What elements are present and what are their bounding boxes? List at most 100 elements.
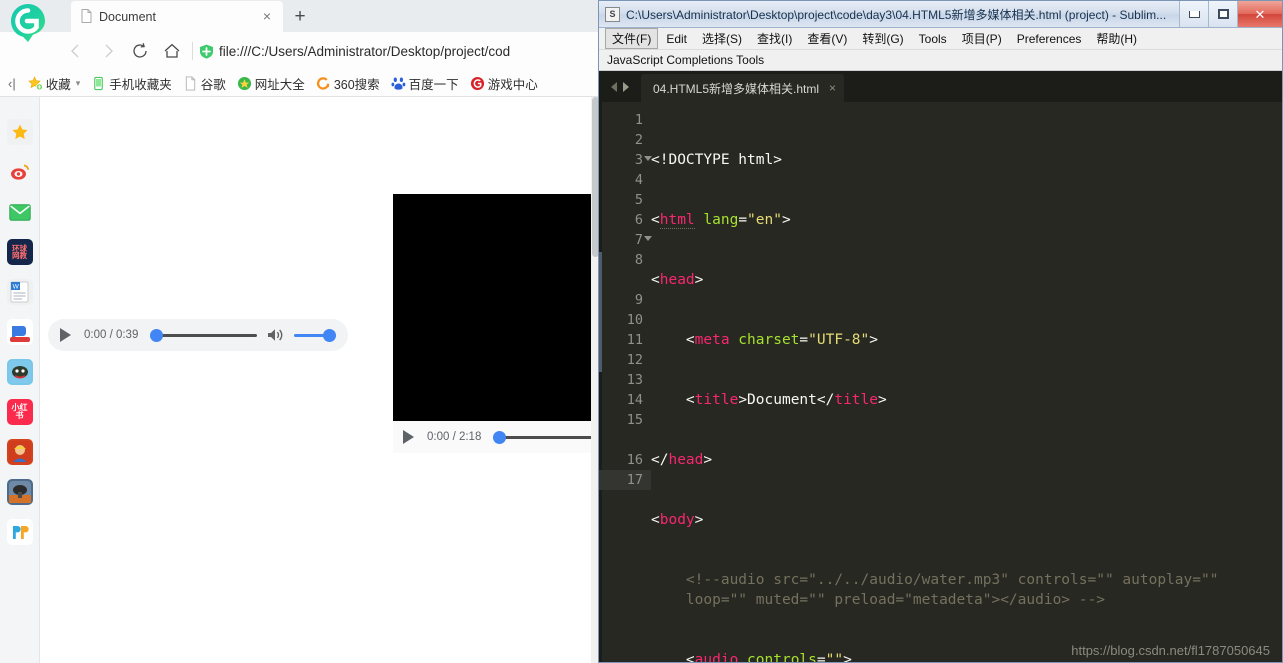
url-text: file:///C:/Users/Administrator/Desktop/p… [219, 43, 511, 59]
audio-seek-slider[interactable] [150, 328, 257, 342]
sublime-tabbar: 04.HTML5新增多媒体相关.html × [599, 71, 1282, 102]
sublime-editor[interactable]: 1 2 3 4 5 6 7 8 9 10 11 12 13 14 15 16 1… [599, 102, 1282, 662]
code-line: <head> [651, 272, 704, 288]
chevron-down-icon[interactable]: ▾ [76, 78, 81, 89]
sidebar-icon-xiaohongshu[interactable]: 小红书 [6, 399, 33, 425]
sublime-icon: S [605, 6, 620, 22]
editor-gutter: 1 2 3 4 5 6 7 8 9 10 11 12 13 14 15 16 1… [599, 102, 652, 662]
new-tab-button[interactable]: + [283, 2, 317, 32]
bookmarks-collapse-button[interactable]: ‹| [8, 76, 16, 91]
sidebar-icon-huanqiu[interactable]: 环球 网教 [6, 239, 33, 265]
browser-logo-icon [11, 4, 45, 42]
sidebar-icon-blue-whale[interactable] [6, 319, 33, 345]
close-button[interactable]: ✕ [1237, 1, 1282, 27]
sidebar-icon-word-doc[interactable]: W [6, 279, 33, 305]
bookmark-item-favorites[interactable]: 收藏 ▾ [27, 74, 81, 93]
volume-slider[interactable] [294, 328, 336, 342]
pp-video-icon [8, 521, 31, 543]
sublime-file-tab[interactable]: 04.HTML5新增多媒体相关.html × [641, 74, 845, 102]
watermark-text: https://blog.csdn.net/fl1787050645 [1071, 643, 1270, 658]
nav-forward-icon[interactable] [623, 81, 629, 92]
bookmark-label: 网址大全 [254, 77, 305, 92]
browser-tab[interactable]: Document × [71, 1, 283, 32]
line-number: 11 [626, 332, 643, 348]
browser-toolbar: file:///C:/Users/Administrator/Desktop/p… [0, 32, 600, 70]
line-number: 3 [599, 150, 652, 170]
word-doc-icon: W [10, 281, 29, 303]
sidebar-icon-mail[interactable] [6, 199, 33, 225]
sublime-submenu-bar[interactable]: JavaScript Completions Tools [599, 50, 1282, 71]
volume-knob[interactable] [323, 328, 336, 342]
sublime-titlebar: S C:\Users\Administrator\Desktop\project… [599, 1, 1282, 28]
code-line: <!DOCTYPE html> [651, 152, 782, 168]
close-icon[interactable]: × [259, 8, 275, 25]
video-controls[interactable]: 0:00 / 2:18 [393, 421, 600, 453]
game-boss-icon [8, 441, 31, 463]
close-icon[interactable]: × [829, 81, 836, 95]
video-player[interactable]: 0:00 / 2:18 [393, 194, 600, 453]
line-number: 9 [634, 292, 643, 308]
bookmark-item-google[interactable]: 谷歌 [183, 74, 226, 93]
menu-item-edit[interactable]: Edit [659, 30, 694, 48]
menu-item-file[interactable]: 文件(F) [605, 28, 659, 49]
menu-item-tools[interactable]: Tools [912, 30, 954, 48]
code-line: <title>Document</title> [651, 392, 887, 408]
sidebar-icon-label: 小红书 [11, 402, 28, 420]
shield-icon [200, 44, 213, 59]
sidebar-icon-game-app[interactable] [6, 359, 33, 385]
menu-item-project[interactable]: 项目(P) [955, 28, 1009, 49]
bookmark-label: 手机收藏夹 [109, 77, 172, 92]
sidebar-icon-pp-video[interactable] [6, 519, 33, 545]
bookmark-item-baidu[interactable]: 百度一下 [391, 74, 459, 93]
sidebar-icon-weibo[interactable] [6, 159, 33, 185]
menu-item-view[interactable]: 查看(V) [800, 28, 854, 49]
close-icon: ✕ [1254, 6, 1266, 22]
bookmark-item-hao123[interactable]: 网址大全 [237, 74, 305, 93]
minimize-icon [1188, 10, 1200, 18]
menu-item-goto[interactable]: 转到(G) [855, 28, 910, 49]
minimize-button[interactable] [1179, 1, 1208, 27]
nav-back-icon[interactable] [611, 81, 617, 92]
line-number: 12 [626, 352, 643, 368]
video-seek-knob[interactable] [493, 430, 507, 444]
play-icon[interactable] [403, 430, 414, 444]
reload-button[interactable] [124, 35, 156, 67]
bookmark-item-gamecenter[interactable]: 游戏中心 [470, 74, 538, 93]
play-icon[interactable] [60, 328, 71, 342]
line-number: 15 [626, 412, 643, 428]
menu-item-selection[interactable]: 选择(S) [695, 28, 749, 49]
audio-time-display: 0:00 / 0:39 [84, 329, 139, 341]
sidebar-icon-star[interactable] [6, 119, 33, 145]
sublime-tab-nav[interactable] [599, 71, 641, 102]
editor-code-area[interactable]: <!DOCTYPE html> <html lang="en"> <head> … [651, 102, 1282, 662]
baidu-icon [391, 77, 406, 90]
home-icon [164, 43, 180, 58]
bookmark-item-360search[interactable]: 360搜索 [316, 74, 380, 93]
back-button[interactable] [60, 35, 92, 67]
home-button[interactable] [156, 35, 188, 67]
video-screen[interactable] [393, 194, 600, 421]
url-bar[interactable]: file:///C:/Users/Administrator/Desktop/p… [199, 38, 600, 64]
sidebar-icon-game-tank[interactable] [6, 479, 33, 505]
audio-seek-knob[interactable] [150, 328, 164, 342]
toolbar-divider [192, 42, 193, 60]
weibo-icon [10, 164, 29, 180]
svg-text:W: W [13, 284, 20, 291]
line-number: 16 [626, 452, 643, 468]
menu-item-help[interactable]: 帮助(H) [1089, 28, 1144, 49]
game-center-icon [470, 76, 484, 90]
menu-item-preferences[interactable]: Preferences [1010, 30, 1089, 48]
browser-favorites-sidebar: 环球 网教 W 小红 书 [0, 97, 40, 663]
video-seek-slider[interactable] [493, 430, 600, 444]
menu-item-find[interactable]: 查找(I) [750, 28, 799, 49]
mail-icon [8, 203, 31, 221]
star-icon [12, 124, 27, 139]
maximize-button[interactable] [1208, 1, 1237, 27]
sublime-window-title: C:\Users\Administrator\Desktop\project\c… [626, 7, 1167, 22]
bookmark-item-mobile-favorites[interactable]: 手机收藏夹 [91, 74, 172, 93]
sidebar-icon-game-boss[interactable] [6, 439, 33, 465]
forward-button[interactable] [92, 35, 124, 67]
audio-player[interactable]: 0:00 / 0:39 [48, 319, 348, 351]
page-icon [81, 9, 92, 23]
volume-icon[interactable] [267, 327, 285, 343]
